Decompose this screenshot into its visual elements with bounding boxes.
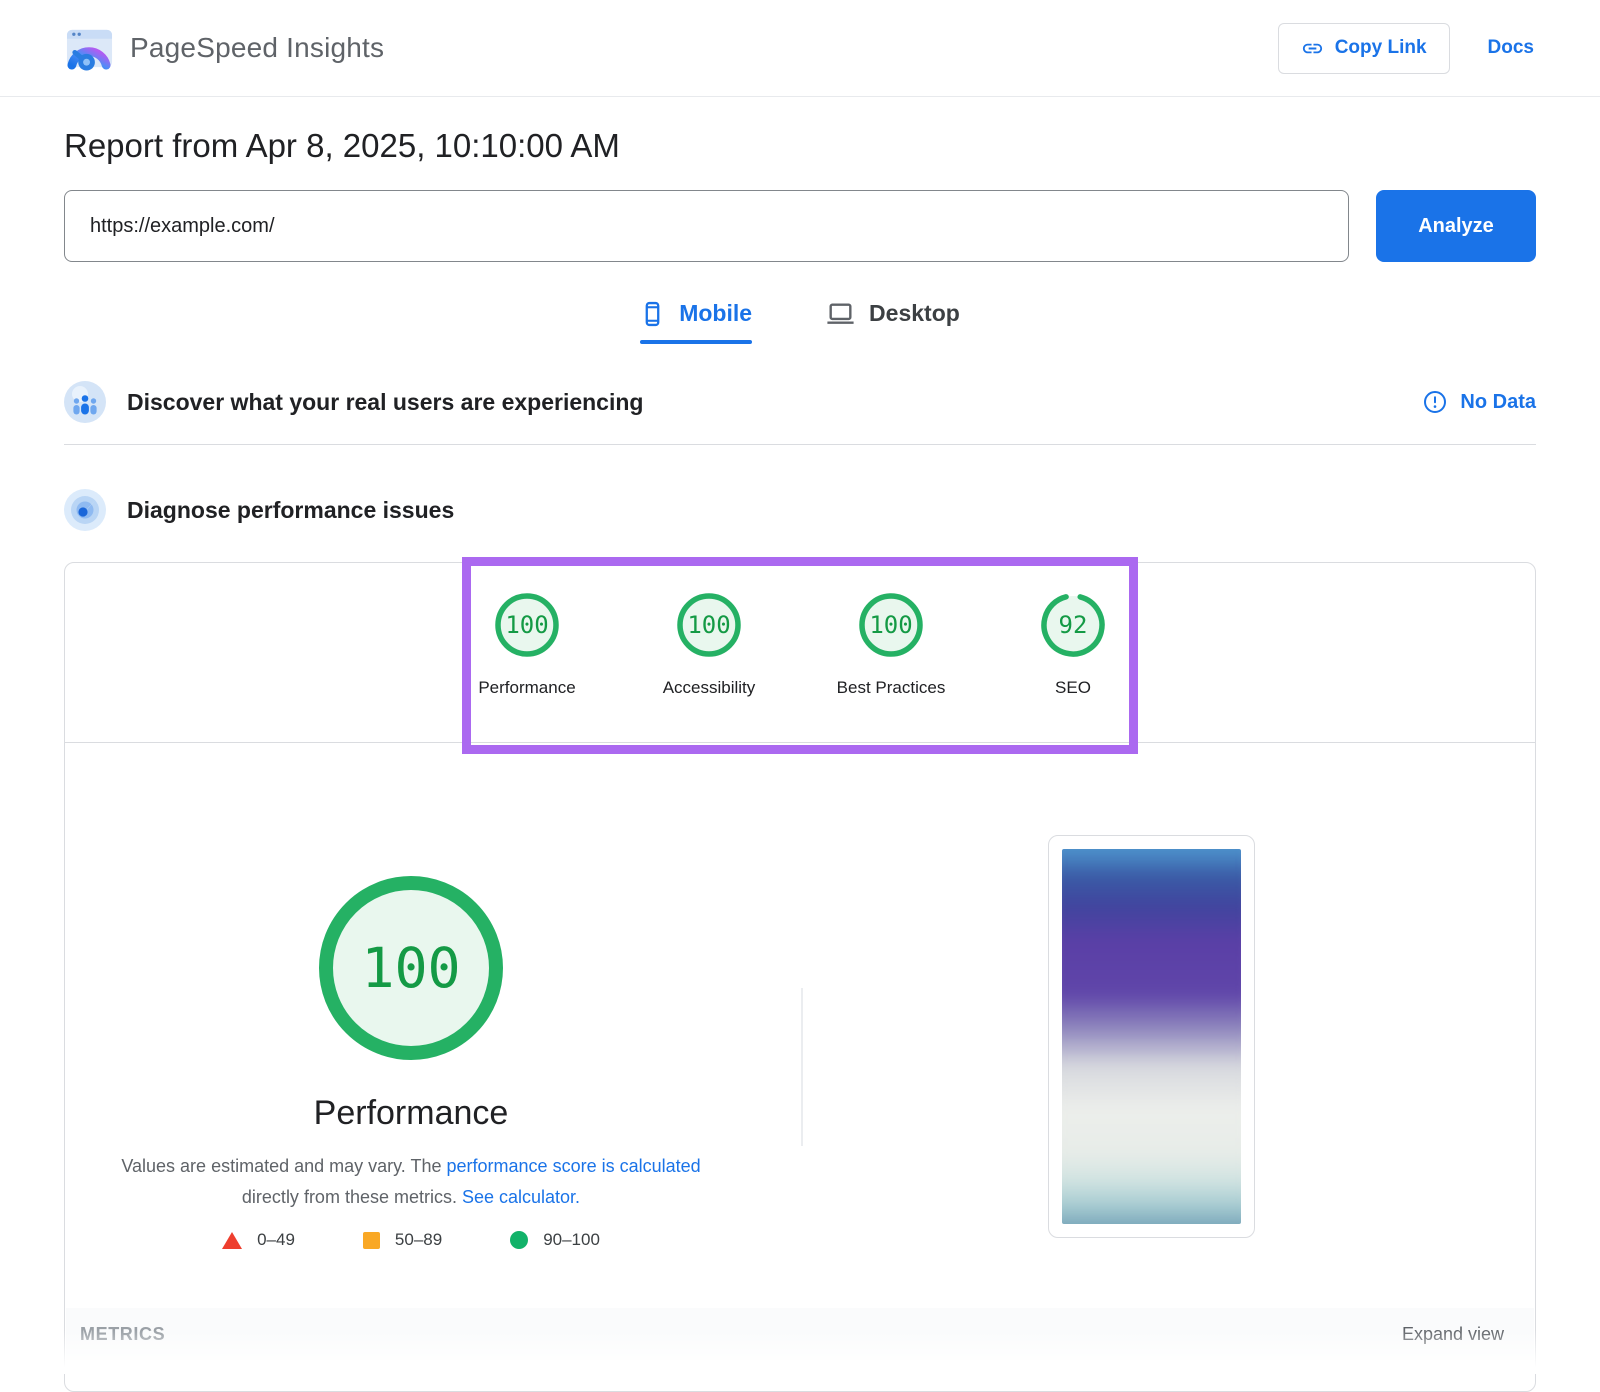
score-ring: 100 <box>675 591 743 659</box>
laptop-icon <box>826 302 855 326</box>
tab-desktop[interactable]: Desktop <box>826 300 960 344</box>
gauge-desc-text-2: directly from these metrics. <box>242 1187 462 1207</box>
lab-data-section: Diagnose performance issues <box>64 489 1536 531</box>
report-card: 100 Performance 100 Accessibility <box>64 562 1536 1392</box>
legend-average-range: 50–89 <box>395 1230 442 1250</box>
score-label: Best Practices <box>837 678 946 698</box>
users-icon <box>64 381 106 423</box>
tab-mobile-label: Mobile <box>679 300 752 327</box>
screenshot-image <box>1062 849 1241 1224</box>
main-content: Report from Apr 8, 2025, 10:10:00 AM Ana… <box>0 127 1600 1392</box>
legend-pass: 90–100 <box>510 1230 600 1250</box>
url-input[interactable] <box>64 190 1349 262</box>
score-label: Performance <box>478 678 575 698</box>
fail-triangle-icon <box>222 1232 242 1249</box>
score-seo[interactable]: 92 SEO <box>982 591 1164 742</box>
no-data-label: No Data <box>1460 391 1536 414</box>
tab-mobile-underline <box>640 340 752 344</box>
copy-link-label: Copy Link <box>1335 37 1427 59</box>
metrics-heading: METRICS <box>80 1324 165 1345</box>
score-ring: 100 <box>857 591 925 659</box>
category-scores-row: 100 Performance 100 Accessibility <box>65 563 1535 743</box>
score-calc-link[interactable]: performance score is calculated <box>447 1156 701 1176</box>
error-icon <box>1423 390 1447 414</box>
expand-view-button[interactable]: Expand view <box>1402 1324 1504 1345</box>
gauge-description: Values are estimated and may vary. The p… <box>96 1151 726 1213</box>
score-label: Accessibility <box>663 678 756 698</box>
tab-desktop-label: Desktop <box>869 300 960 327</box>
analyze-button[interactable]: Analyze <box>1376 190 1536 262</box>
header-actions: Copy Link Docs <box>1278 23 1534 74</box>
legend-fail-range: 0–49 <box>257 1230 295 1250</box>
screenshot-frame <box>1062 849 1241 1224</box>
pagespeed-logo-icon <box>66 25 113 72</box>
pass-circle-icon <box>510 1231 528 1249</box>
score-performance[interactable]: 100 Performance <box>436 591 618 742</box>
field-data-header: Discover what your real users are experi… <box>64 381 643 423</box>
copy-link-button[interactable]: Copy Link <box>1278 23 1450 74</box>
performance-gauge-title: Performance <box>65 1094 757 1133</box>
phone-icon <box>640 301 665 327</box>
section-divider <box>64 444 1536 445</box>
score-ring: 100 <box>493 591 561 659</box>
device-tabs: Mobile Desktop <box>64 300 1536 344</box>
performance-gauge-value: 100 <box>361 936 460 1000</box>
legend-pass-range: 90–100 <box>543 1230 600 1250</box>
tab-mobile[interactable]: Mobile <box>640 300 752 344</box>
performance-gauge-section: 100 Performance Values are estimated and… <box>65 743 757 1250</box>
score-label: SEO <box>1055 678 1091 698</box>
score-best-practices[interactable]: 100 Best Practices <box>800 591 982 742</box>
score-value: 92 <box>1039 591 1107 659</box>
app-header: PageSpeed Insights Copy Link Docs <box>0 0 1600 97</box>
report-title: Report from Apr 8, 2025, 10:10:00 AM <box>64 127 1536 165</box>
score-legend: 0–49 50–89 90–100 <box>65 1230 757 1250</box>
lab-data-title: Diagnose performance issues <box>127 497 454 524</box>
legend-fail: 0–49 <box>222 1230 295 1250</box>
performance-gauge[interactable]: 100 <box>319 876 503 1060</box>
metrics-footer: METRICS Expand view <box>66 1308 1534 1360</box>
lab-data-header: Diagnose performance issues <box>64 489 454 531</box>
score-ring: 92 <box>1039 591 1107 659</box>
brand[interactable]: PageSpeed Insights <box>66 25 384 72</box>
no-data-status[interactable]: No Data <box>1423 390 1536 414</box>
average-square-icon <box>363 1232 380 1249</box>
score-value: 100 <box>675 591 743 659</box>
score-value: 100 <box>493 591 561 659</box>
legend-average: 50–89 <box>363 1230 442 1250</box>
field-data-section: Discover what your real users are experi… <box>64 381 1536 423</box>
app-title: PageSpeed Insights <box>130 32 384 64</box>
url-row: Analyze <box>64 190 1536 262</box>
score-value: 100 <box>857 591 925 659</box>
field-data-title: Discover what your real users are experi… <box>127 389 643 416</box>
tab-desktop-underline <box>826 340 960 344</box>
docs-link[interactable]: Docs <box>1488 37 1534 59</box>
gauge-icon <box>64 489 106 531</box>
page-screenshot-thumbnail[interactable] <box>1048 835 1255 1238</box>
see-calculator-link[interactable]: See calculator. <box>462 1187 580 1207</box>
score-accessibility[interactable]: 100 Accessibility <box>618 591 800 742</box>
link-icon <box>1301 37 1324 60</box>
gauge-desc-text-1: Values are estimated and may vary. The <box>121 1156 446 1176</box>
vertical-divider <box>801 988 803 1146</box>
